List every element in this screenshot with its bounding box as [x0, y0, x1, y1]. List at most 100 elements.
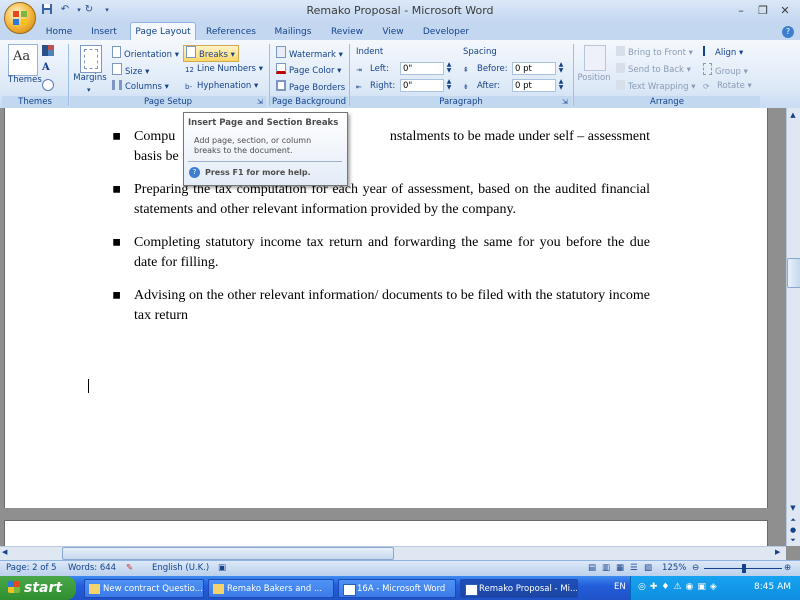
send-to-back-button[interactable]: Send to Back ▾: [616, 63, 691, 76]
theme-effects-icon[interactable]: [42, 79, 54, 91]
breaks-button[interactable]: Breaks ▾: [183, 45, 239, 62]
size-button[interactable]: Size ▾: [112, 63, 149, 78]
tab-insert[interactable]: Insert: [86, 24, 122, 40]
text-wrapping-icon: [616, 80, 625, 90]
folder-icon: [89, 584, 100, 594]
bring-to-front-button[interactable]: Bring to Front ▾: [616, 46, 693, 59]
minimize-icon[interactable]: –: [730, 3, 752, 19]
spacing-after-field[interactable]: 0 pt: [512, 79, 556, 92]
language-indicator[interactable]: EN: [614, 582, 626, 592]
indent-label: Indent: [356, 47, 384, 57]
tab-references[interactable]: References: [202, 24, 260, 40]
bullet-paragraph-4[interactable]: Advising on the other relevant informati…: [134, 286, 650, 326]
vertical-scroll-thumb[interactable]: [787, 258, 800, 288]
redo-icon[interactable]: ↻: [82, 3, 96, 17]
help-icon[interactable]: ?: [782, 26, 794, 38]
spacing-before-spinner[interactable]: ▲ ▼: [557, 62, 565, 75]
indent-right-field[interactable]: 0": [400, 79, 444, 92]
page-count[interactable]: Page: 2 of 5: [6, 563, 57, 573]
previous-page-icon[interactable]: ⏶: [788, 516, 798, 525]
bullet-1-fragment-right: nstalments to be made under self – asses…: [389, 129, 650, 144]
themes-button[interactable]: Themes: [8, 74, 42, 86]
tray-icons[interactable]: ◎✚♦⚠◉▣◈: [638, 582, 721, 592]
full-screen-reading-icon[interactable]: ▥: [602, 563, 610, 573]
indent-left-spinner[interactable]: ▲ ▼: [445, 62, 453, 75]
align-button[interactable]: Align ▾: [703, 46, 743, 59]
page-borders-button[interactable]: Page Borders: [276, 80, 345, 94]
theme-fonts-icon[interactable]: A: [42, 62, 54, 73]
bullet-paragraph-3[interactable]: Completing statutory income tax return a…: [134, 233, 650, 273]
maximize-icon[interactable]: ❐: [752, 3, 774, 19]
bullet-icon: ▪: [112, 128, 122, 144]
tab-review[interactable]: Review: [326, 24, 368, 40]
taskbar-item-new-contract[interactable]: New contract Questio...: [84, 579, 204, 598]
rotate-button[interactable]: ⟳ Rotate ▾: [703, 80, 752, 92]
tab-page-layout[interactable]: Page Layout: [130, 22, 196, 41]
scroll-down-icon[interactable]: ▼: [788, 504, 798, 512]
spacing-before-field[interactable]: 0 pt: [512, 62, 556, 75]
page-setup-launcher-icon[interactable]: ⇲: [257, 96, 263, 108]
size-icon: [112, 63, 122, 75]
scroll-right-icon[interactable]: ▶: [775, 548, 780, 556]
zoom-out-icon[interactable]: ⊖: [692, 563, 699, 573]
position-button[interactable]: Position: [576, 72, 612, 84]
next-page-icon[interactable]: ⏷: [788, 536, 798, 545]
close-icon[interactable]: ✕: [774, 3, 796, 19]
margins-dropdown-icon[interactable]: ▾: [87, 84, 91, 96]
vertical-scrollbar[interactable]: [786, 108, 800, 546]
text-wrapping-button[interactable]: Text Wrapping ▾: [616, 80, 696, 93]
line-numbers-button[interactable]: 12 Line Numbers ▾: [185, 63, 263, 75]
margins-icon[interactable]: [80, 45, 102, 73]
proofing-icon[interactable]: ✎: [126, 563, 133, 573]
spacing-after-icon: ⇟: [463, 83, 469, 91]
language-status[interactable]: English (U.K.): [152, 563, 209, 573]
zoom-in-icon[interactable]: ⊕: [784, 563, 791, 573]
indent-right-spinner[interactable]: ▲ ▼: [445, 79, 453, 92]
page-color-button[interactable]: Page Color ▾: [276, 63, 341, 77]
save-icon[interactable]: [40, 3, 54, 17]
watermark-button[interactable]: Watermark ▾: [276, 46, 343, 61]
tab-view[interactable]: View: [376, 24, 410, 40]
web-layout-icon[interactable]: ▦: [616, 563, 624, 573]
macro-recording-icon[interactable]: ▣: [218, 563, 226, 573]
spacing-after-spinner[interactable]: ▲ ▼: [557, 79, 565, 92]
taskbar-item-16a-word[interactable]: 16A - Microsoft Word: [338, 579, 456, 598]
word-count[interactable]: Words: 644: [68, 563, 116, 573]
taskbar-item-remako-proposal[interactable]: Remako Proposal - Mi...: [460, 579, 578, 598]
scroll-up-icon[interactable]: ▲: [788, 111, 798, 119]
undo-icon[interactable]: ↶: [58, 3, 72, 17]
hyphenation-icon: b‑: [185, 83, 192, 91]
tooltip-title: Insert Page and Section Breaks: [188, 118, 339, 128]
customize-qat-icon[interactable]: ▾: [100, 3, 114, 17]
group-button[interactable]: Group ▾: [703, 63, 748, 78]
margins-button[interactable]: Margins: [72, 72, 108, 84]
outline-view-icon[interactable]: ☰: [630, 563, 638, 573]
draft-view-icon[interactable]: ▧: [644, 563, 652, 573]
orientation-button[interactable]: Orientation ▾: [112, 46, 179, 61]
horizontal-scroll-thumb[interactable]: [62, 547, 394, 560]
tooltip-divider: [188, 161, 342, 162]
tab-home[interactable]: Home: [42, 24, 76, 40]
columns-button[interactable]: Columns ▾: [112, 80, 169, 93]
zoom-slider-thumb[interactable]: [742, 564, 746, 573]
bullet-paragraph-2[interactable]: Preparing the tax computation for each y…: [134, 180, 650, 220]
hyphenation-button[interactable]: b‑ Hyphenation ▾: [185, 80, 258, 92]
theme-colors-icon[interactable]: [42, 45, 54, 56]
print-layout-view-icon[interactable]: ▤: [588, 563, 596, 573]
office-button[interactable]: [4, 2, 36, 34]
themes-icon[interactable]: Aa: [8, 44, 38, 76]
tooltip-help-text: Press F1 for more help.: [205, 168, 311, 177]
paragraph-launcher-icon[interactable]: ⇲: [562, 96, 568, 108]
start-button[interactable]: start: [0, 576, 76, 600]
word-icon: [465, 584, 478, 596]
tab-developer[interactable]: Developer: [418, 24, 474, 40]
taskbar-item-remako-bakers[interactable]: Remako Bakers and ...: [208, 579, 334, 598]
indent-left-field[interactable]: 0": [400, 62, 444, 75]
spacing-before-icon: ⇞: [463, 66, 469, 74]
breaks-tooltip: Insert Page and Section Breaks Add page,…: [183, 112, 348, 186]
tab-mailings[interactable]: Mailings: [268, 24, 318, 40]
bullet-icon: ▪: [112, 181, 122, 197]
zoom-level[interactable]: 125%: [662, 563, 686, 573]
browse-object-icon[interactable]: ●: [788, 526, 798, 534]
scroll-left-icon[interactable]: ◀: [2, 548, 7, 556]
